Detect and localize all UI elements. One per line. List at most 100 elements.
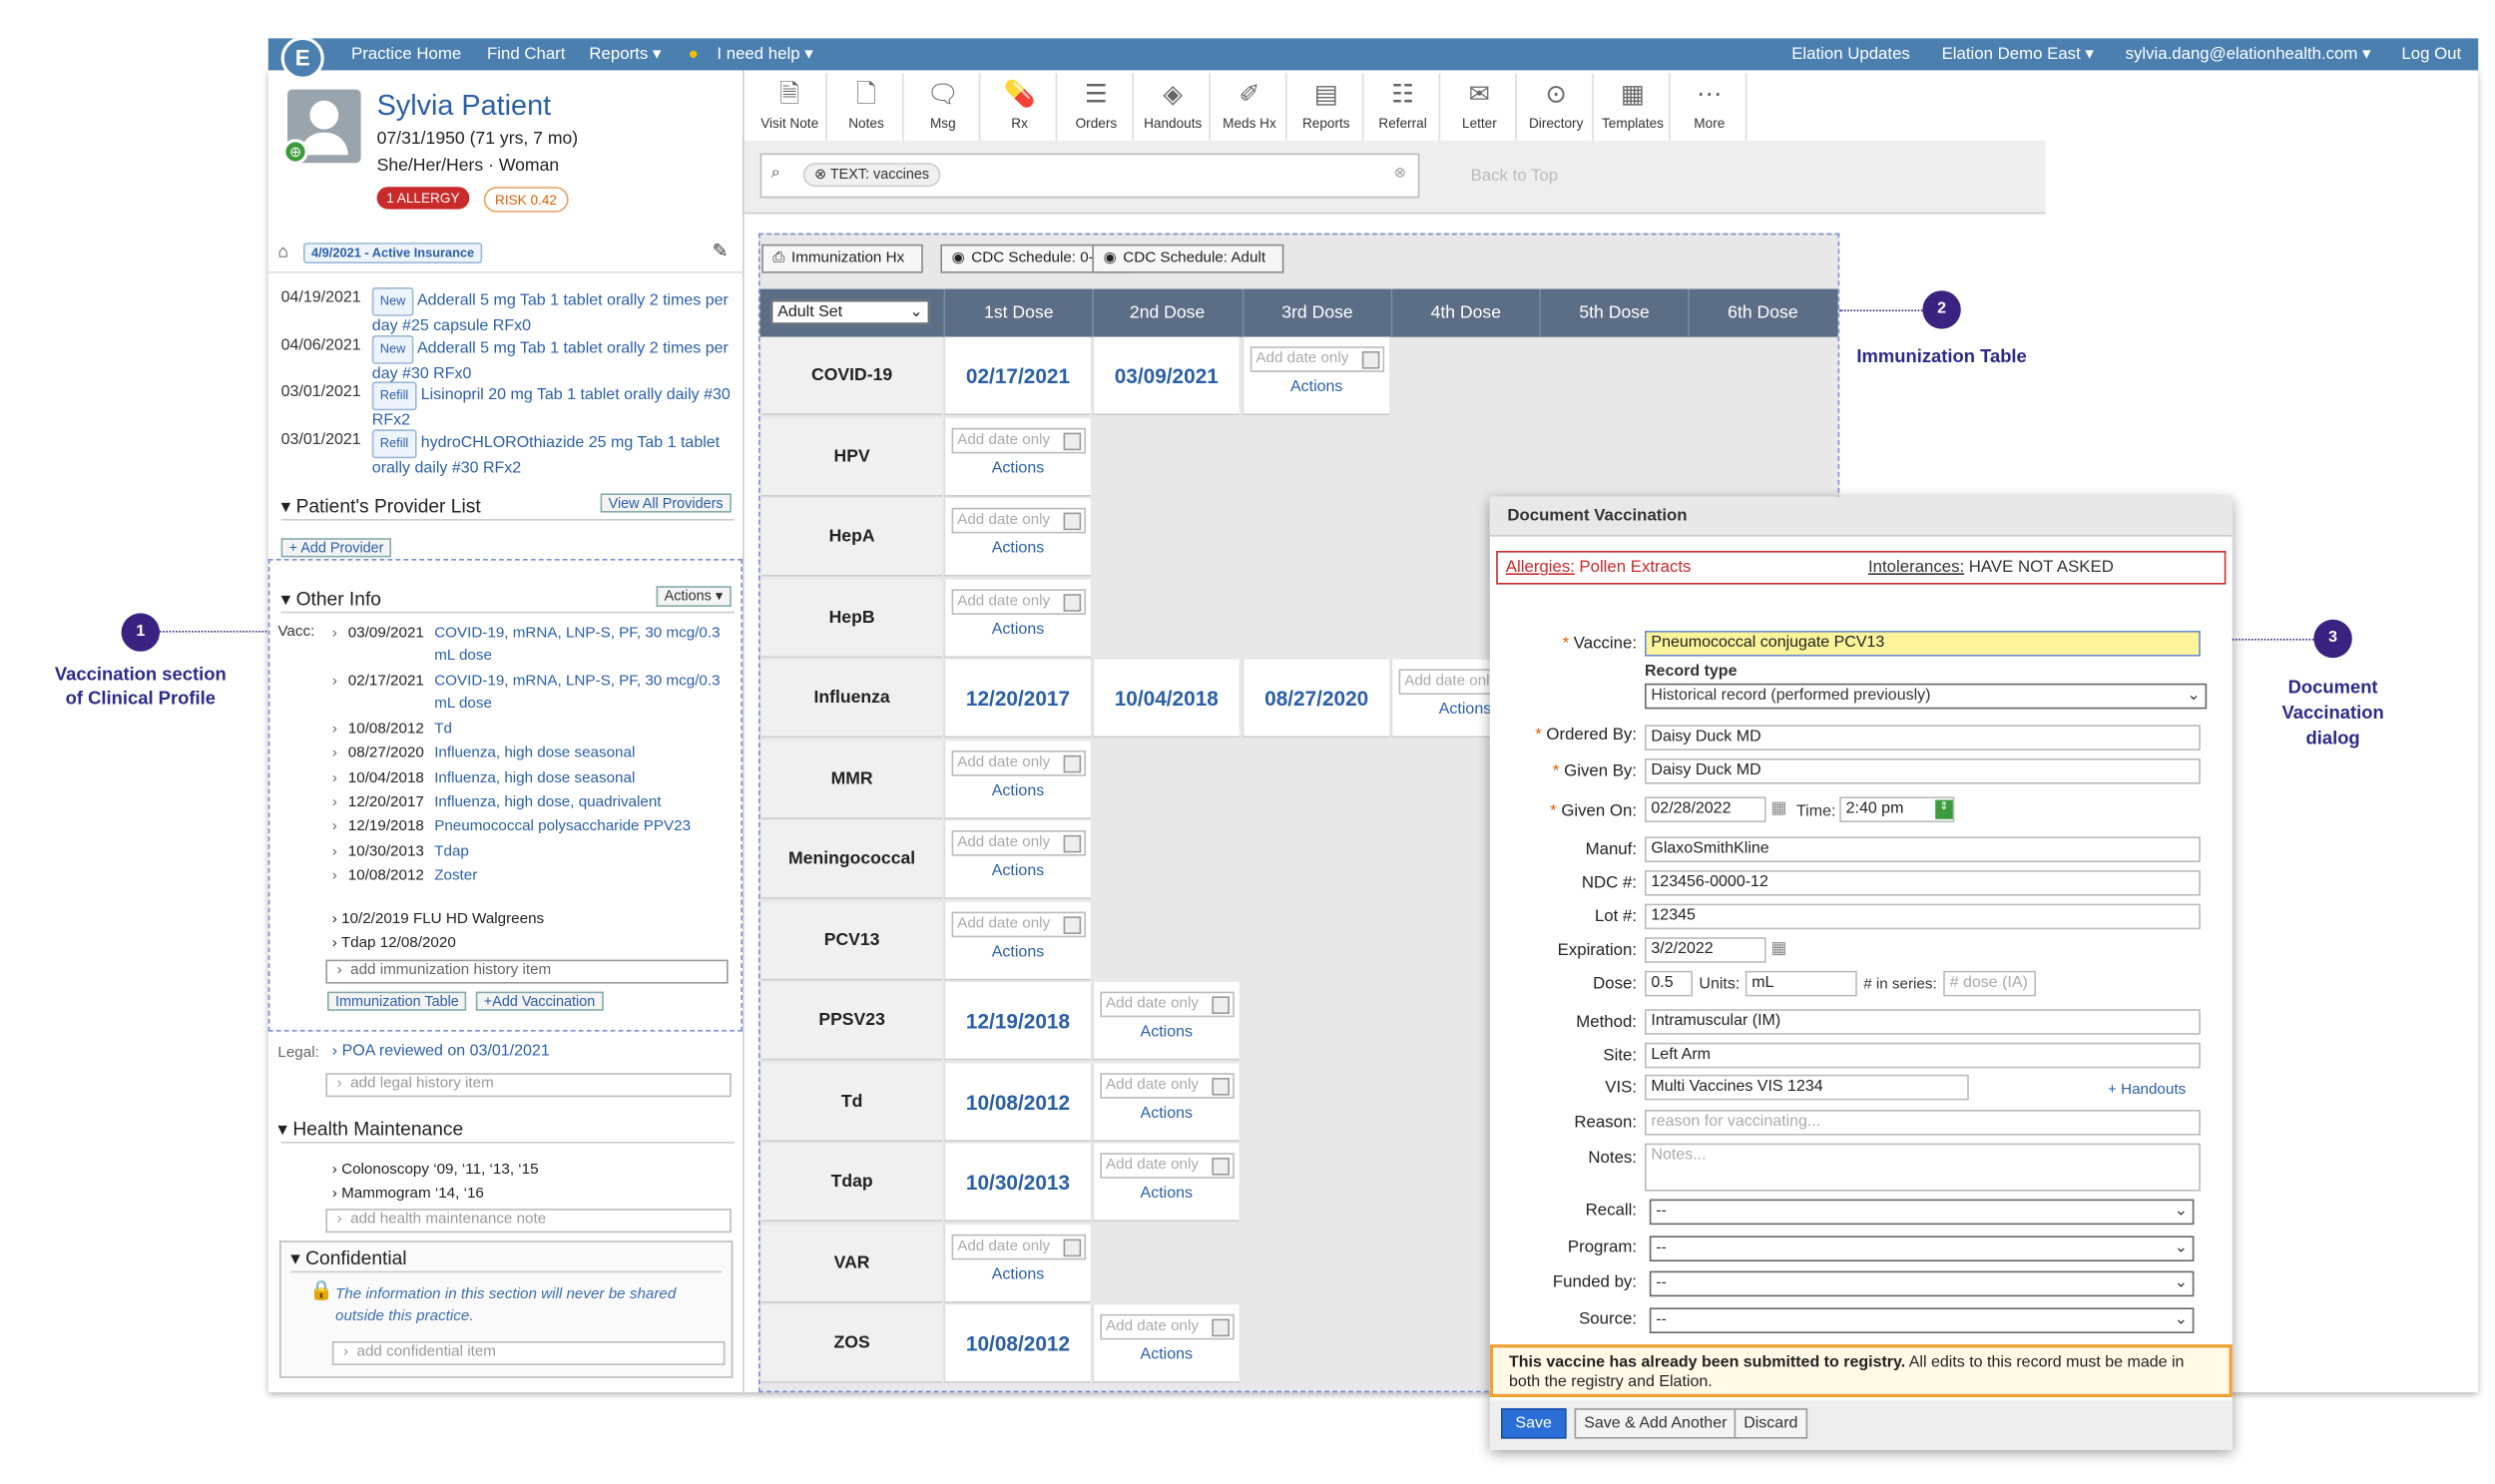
vacc-name[interactable]: Tdap: [434, 841, 722, 863]
add-date-input[interactable]: Add date only: [1249, 346, 1384, 372]
nav-practice-home[interactable]: Practice Home: [351, 45, 461, 64]
add-date-input[interactable]: Add date only: [1099, 1313, 1234, 1340]
handouts-link[interactable]: + Handouts: [2108, 1081, 2186, 1099]
search-chip[interactable]: ⊗ TEXT: vaccines: [802, 163, 941, 188]
dose-input[interactable]: 0.5: [1645, 970, 1693, 997]
chevron-right-icon[interactable]: ›: [332, 768, 337, 790]
calendar-icon[interactable]: ▦: [1770, 798, 1786, 817]
dose-date[interactable]: 02/17/2021: [943, 336, 1091, 415]
nav-find-chart[interactable]: Find Chart: [487, 45, 565, 64]
dose-date[interactable]: 10/08/2012: [943, 1062, 1091, 1142]
program-select[interactable]: -- ⌄: [1649, 1236, 2195, 1261]
actions-link[interactable]: Actions: [1094, 1104, 1240, 1122]
actions-link[interactable]: Actions: [945, 459, 1091, 477]
actions-link[interactable]: Actions: [1094, 1185, 1240, 1203]
save-add-another-button[interactable]: Save & Add Another: [1574, 1408, 1738, 1439]
actions-link[interactable]: Actions: [945, 943, 1091, 961]
dose-date[interactable]: 10/04/2018: [1092, 659, 1240, 739]
dose-date[interactable]: 12/20/2017: [943, 659, 1091, 739]
toolbar-handouts-button[interactable]: ◈ Handouts: [1137, 73, 1211, 141]
edit-icon[interactable]: ✎: [713, 240, 729, 261]
insurance-badge[interactable]: 4/9/2021 - Active Insurance: [303, 243, 483, 263]
units-input[interactable]: mL: [1745, 970, 1857, 997]
med-link[interactable]: hydroCHLOROthiazide 25 mg Tab 1 tablet o…: [372, 434, 720, 477]
actions-link[interactable]: Actions: [945, 540, 1091, 558]
back-to-top-link[interactable]: Back to Top: [1471, 166, 1559, 185]
chevron-right-icon[interactable]: ›: [332, 865, 337, 887]
toolbar-letter-button[interactable]: ✉ Letter: [1443, 73, 1517, 141]
imm-button-0[interactable]: ⎙ Immunization Hx: [761, 244, 923, 273]
toolbar-meds-hx-button[interactable]: ✐ Meds Hx: [1214, 73, 1287, 141]
patient-name[interactable]: Sylvia Patient: [377, 90, 552, 124]
add-date-input[interactable]: Add date only: [1099, 1072, 1234, 1098]
med-link[interactable]: Adderall 5 mg Tab 1 tablet orally 2 time…: [372, 340, 729, 383]
vacc-name[interactable]: COVID-19, mRNA, LNP-S, PF, 30 mcg/0.3 mL…: [434, 671, 722, 716]
add-date-input[interactable]: Add date only: [950, 830, 1086, 856]
actions-link[interactable]: Actions: [1094, 1024, 1240, 1042]
vacc-name[interactable]: Pneumococcal polysaccharide PPV23: [434, 816, 722, 838]
dose-date[interactable]: 10/30/2013: [943, 1143, 1091, 1222]
record-type-select[interactable]: Historical record (performed previously)…: [1645, 683, 2208, 710]
calendar-icon[interactable]: ▦: [1770, 939, 1786, 958]
risk-badge[interactable]: RISK 0.42: [483, 187, 569, 213]
vacc-name[interactable]: Td: [434, 719, 722, 741]
add-provider-button[interactable]: + Add Provider: [280, 538, 392, 558]
nav-logout[interactable]: Log Out: [2401, 45, 2461, 64]
add-date-input[interactable]: Add date only: [950, 588, 1086, 615]
vacc-name[interactable]: Influenza, high dose, quadrivalent: [434, 792, 722, 814]
toolbar-rx-button[interactable]: 💊 Rx: [984, 73, 1058, 141]
dose-date[interactable]: 10/08/2012: [943, 1304, 1091, 1383]
source-select[interactable]: -- ⌄: [1649, 1307, 2195, 1333]
add-vaccination-button[interactable]: +Add Vaccination: [475, 991, 604, 1011]
add-date-input[interactable]: Add date only: [950, 507, 1086, 534]
recall-select[interactable]: -- ⌄: [1649, 1199, 2195, 1226]
series-input[interactable]: # dose (IA): [1943, 970, 2036, 997]
search-input[interactable]: ⌕ ⊗ TEXT: vaccines ⊗: [759, 153, 1420, 199]
add-date-input[interactable]: Add date only: [950, 1234, 1086, 1259]
toolbar-notes-button[interactable]: 🗋 Notes: [830, 73, 904, 141]
toolbar-more-button[interactable]: ⋯ More: [1674, 73, 1747, 141]
notes-textarea[interactable]: Notes...: [1645, 1143, 2201, 1192]
provider-list-header[interactable]: ▾ Patient's Provider List: [281, 495, 481, 517]
toolbar-referral-button[interactable]: ☷ Referral: [1367, 73, 1441, 141]
nav-user[interactable]: sylvia.dang@elationhealth.com ▾: [2126, 45, 2371, 64]
med-link[interactable]: Adderall 5 mg Tab 1 tablet orally 2 time…: [372, 292, 729, 335]
imm-button-2[interactable]: ◉ CDC Schedule: Adult: [1092, 244, 1284, 273]
vacc-name[interactable]: Influenza, high dose seasonal: [434, 742, 722, 764]
actions-link[interactable]: Actions: [1094, 1346, 1240, 1364]
chevron-right-icon[interactable]: ›: [332, 792, 337, 814]
add-date-input[interactable]: Add date only: [950, 427, 1086, 453]
add-legal-input[interactable]: › add legal history item: [325, 1073, 732, 1098]
med-link[interactable]: Lisinopril 20 mg Tab 1 tablet orally dai…: [372, 386, 731, 429]
vaccine-set-select[interactable]: Adult Set ⌄: [770, 299, 930, 324]
health-maint-header[interactable]: ▾ Health Maintenance: [277, 1118, 463, 1140]
nav-updates[interactable]: Elation Updates: [1791, 45, 1910, 64]
other-info-actions-button[interactable]: Actions ▾: [656, 586, 732, 607]
add-immunization-history-input[interactable]: › add immunization history item: [325, 959, 729, 984]
toolbar-directory-button[interactable]: ⊙ Directory: [1520, 73, 1594, 141]
ndc-input[interactable]: 123456-0000-12: [1645, 870, 2201, 896]
nav-practice-switch[interactable]: Elation Demo East ▾: [1942, 45, 2094, 64]
toolbar-orders-button[interactable]: ☰ Orders: [1060, 73, 1134, 141]
toolbar-reports-button[interactable]: ▤ Reports: [1290, 73, 1364, 141]
chevron-right-icon[interactable]: ›: [332, 623, 337, 645]
add-date-input[interactable]: Add date only: [950, 910, 1086, 937]
actions-link[interactable]: Actions: [1244, 378, 1389, 396]
immunization-table-button[interactable]: Immunization Table: [327, 991, 467, 1011]
confidential-header[interactable]: ▾ Confidential: [290, 1247, 406, 1269]
legal-item[interactable]: › POA reviewed on 03/01/2021: [332, 1043, 550, 1061]
save-button[interactable]: Save: [1501, 1408, 1567, 1439]
view-all-providers-button[interactable]: View All Providers: [600, 493, 732, 513]
actions-link[interactable]: Actions: [945, 862, 1091, 880]
chevron-right-icon[interactable]: ›: [332, 816, 337, 838]
chevron-right-icon[interactable]: ›: [332, 719, 337, 741]
allergy-badge[interactable]: 1 ALLERGY: [376, 187, 470, 210]
manuf-input[interactable]: GlaxoSmithKline: [1645, 836, 2201, 862]
lot-input[interactable]: 12345: [1645, 903, 2201, 930]
add-date-input[interactable]: Add date only: [1099, 1153, 1234, 1179]
toolbar-templates-button[interactable]: ▦ Templates: [1597, 73, 1671, 141]
clear-search-icon[interactable]: ⊗: [1394, 165, 1406, 183]
intolerances-label[interactable]: Intolerances:: [1868, 557, 1964, 576]
add-date-input[interactable]: Add date only: [950, 749, 1086, 775]
vacc-name[interactable]: COVID-19, mRNA, LNP-S, PF, 30 mcg/0.3 mL…: [434, 623, 722, 668]
